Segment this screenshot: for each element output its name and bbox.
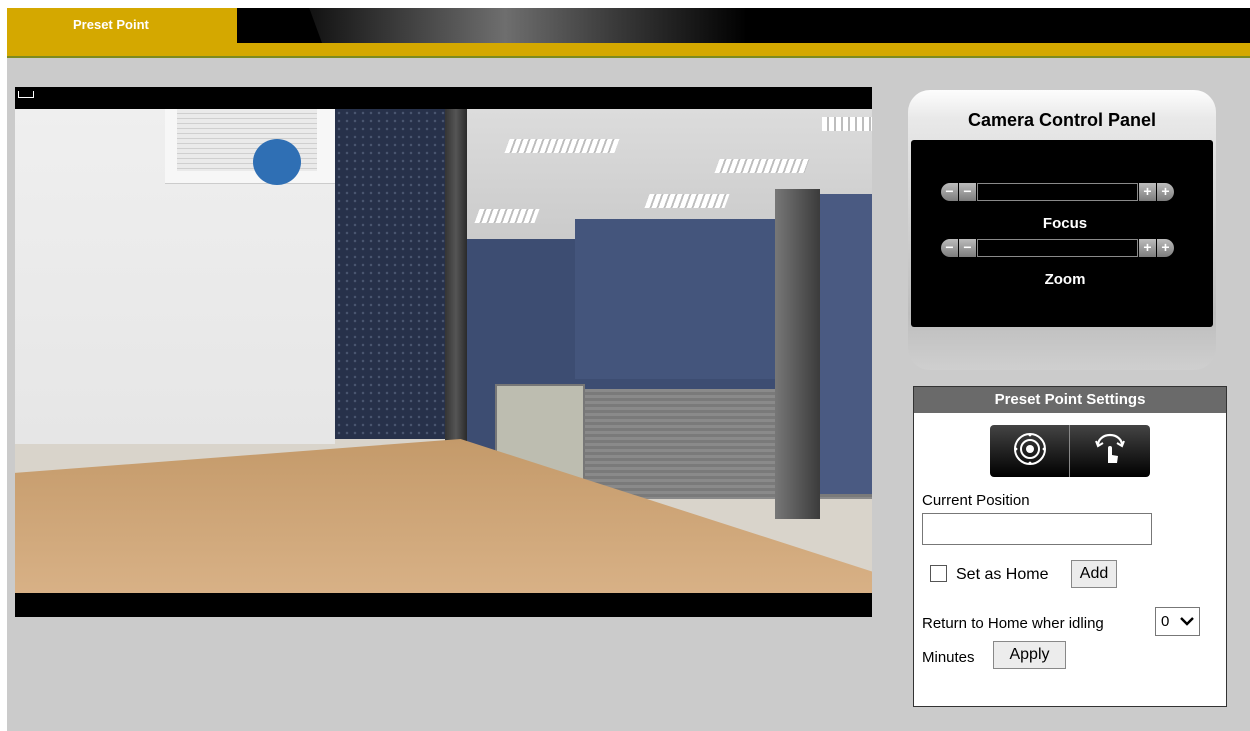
- scene-pillar-edge: [445, 109, 467, 449]
- focus-plus-fast-button[interactable]: +: [1157, 183, 1174, 201]
- focus-plus-button[interactable]: +: [1139, 183, 1156, 201]
- apply-button[interactable]: Apply: [993, 641, 1066, 669]
- scene-paper: [165, 109, 335, 184]
- focus-minus-button[interactable]: −: [959, 183, 976, 201]
- scene-light: [714, 159, 810, 173]
- camera-control-body: − − + + Focus − − + + Zoom: [911, 140, 1213, 327]
- scene-cubicle-panel: [575, 219, 775, 379]
- zoom-label: Zoom: [1044, 271, 1086, 288]
- focus-target-icon: [1012, 431, 1048, 472]
- zoom-minus-fast-button[interactable]: −: [941, 239, 958, 257]
- scene-light: [822, 117, 872, 131]
- scene-blue-object: [253, 139, 301, 185]
- focus-slider[interactable]: − − + +: [941, 182, 1191, 202]
- video-osd-marker: [18, 91, 34, 98]
- video-frame: [15, 109, 872, 593]
- go-to-preset-button[interactable]: [990, 425, 1070, 477]
- set-as-home-label: Set as Home: [956, 566, 1049, 583]
- camera-control-panel: Camera Control Panel − − + + Focus − − +…: [908, 90, 1216, 370]
- preset-settings-title: Preset Point Settings: [914, 387, 1226, 413]
- focus-label: Focus: [1042, 215, 1088, 232]
- current-position-label: Current Position: [922, 492, 1030, 509]
- scene-cubicle-edge: [775, 189, 820, 519]
- add-button[interactable]: Add: [1071, 560, 1117, 588]
- live-video-view[interactable]: [15, 87, 872, 617]
- preset-point-settings: Preset Point Settings Current Position S…: [913, 386, 1227, 707]
- scene-light: [474, 209, 540, 223]
- app-window: Preset Point Camera Control Panel − − + …: [7, 8, 1250, 731]
- tab-divider: [237, 8, 322, 43]
- camera-control-title: Camera Control Panel: [967, 110, 1157, 130]
- idle-minutes-value: 0: [1161, 613, 1170, 630]
- chevron-down-icon: [1179, 613, 1195, 633]
- banner-gradient: [307, 8, 747, 48]
- idle-minutes-select[interactable]: 0: [1155, 607, 1200, 636]
- tap-rotate-button[interactable]: [1070, 425, 1150, 477]
- return-home-label: Return to Home wher idling: [922, 615, 1104, 632]
- zoom-plus-fast-button[interactable]: +: [1157, 239, 1174, 257]
- scene-light: [644, 194, 730, 208]
- zoom-minus-button[interactable]: −: [959, 239, 976, 257]
- zoom-plus-button[interactable]: +: [1139, 239, 1156, 257]
- set-as-home-checkbox[interactable]: [930, 565, 947, 582]
- minutes-label: Minutes: [922, 649, 975, 666]
- scene-pillar: [335, 109, 445, 439]
- scene-cubicle-right: [820, 194, 872, 494]
- tab-preset-point[interactable]: Preset Point: [7, 8, 237, 43]
- focus-track[interactable]: [977, 183, 1138, 201]
- zoom-track[interactable]: [977, 239, 1138, 257]
- top-banner: Preset Point: [7, 8, 1250, 58]
- focus-minus-fast-button[interactable]: −: [941, 183, 958, 201]
- scene-light: [504, 139, 620, 153]
- tap-rotate-icon: [1092, 431, 1128, 472]
- preset-icon-buttons: [990, 425, 1150, 477]
- header-divider: [7, 56, 1250, 58]
- zoom-slider[interactable]: − − + +: [941, 238, 1191, 258]
- current-position-input[interactable]: [922, 513, 1152, 545]
